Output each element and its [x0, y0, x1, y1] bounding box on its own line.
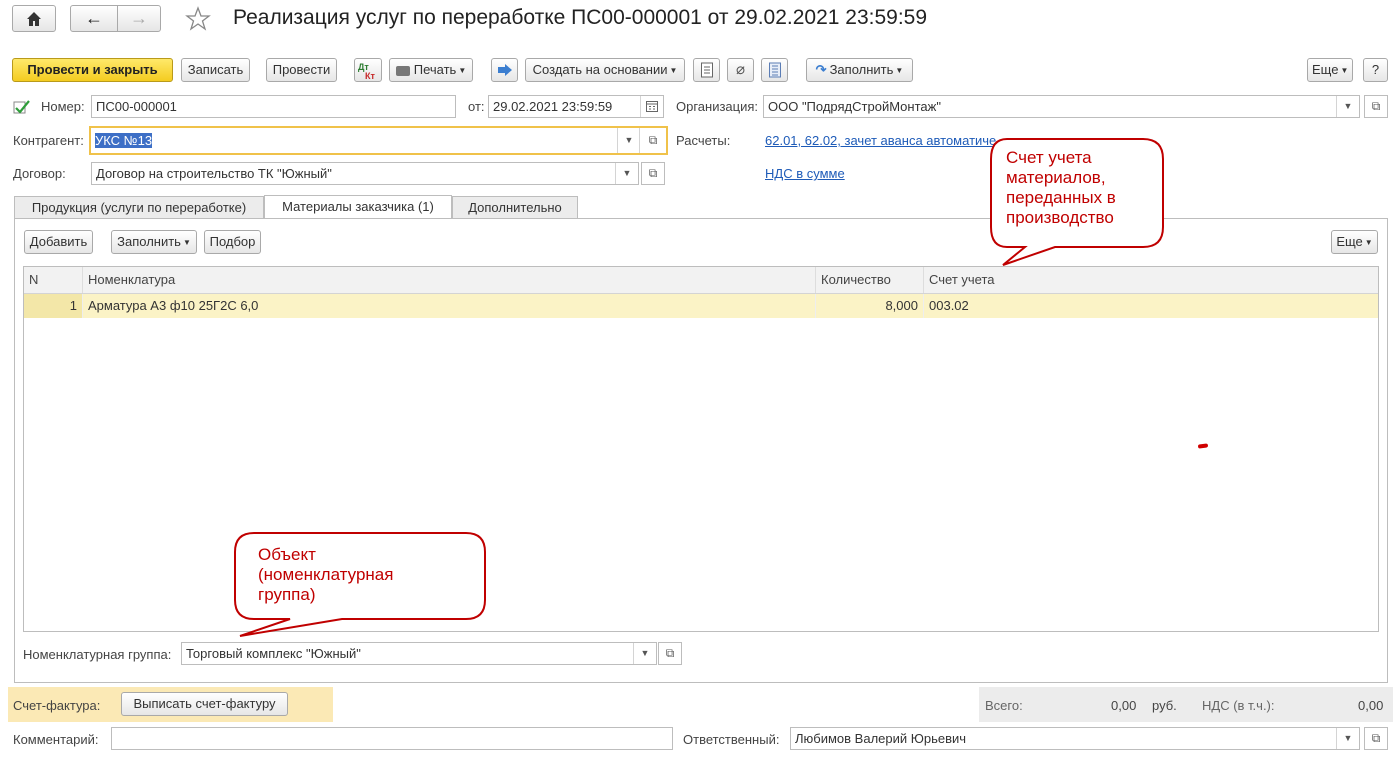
back-button[interactable]: ←: [70, 5, 118, 32]
issue-invoice-button[interactable]: Выписать счет-фактуру: [121, 692, 288, 716]
open-window-icon: ⧉: [665, 646, 675, 660]
chevron-down-icon[interactable]: ▼: [1336, 96, 1359, 117]
paperclip-icon: ⌀: [735, 61, 746, 78]
favorite-star-icon[interactable]: [184, 5, 212, 33]
responsible-field[interactable]: Любимов Валерий Юрьевич ▼: [790, 727, 1360, 750]
dt-kt-icon: Дт Кт: [358, 62, 375, 81]
row-account: 003.02: [929, 298, 969, 313]
pick-button[interactable]: Подбор: [204, 230, 261, 254]
print-button[interactable]: Печать ▼: [389, 58, 473, 82]
save-button[interactable]: Записать: [181, 58, 250, 82]
dt-kt-button[interactable]: Дт Кт: [354, 58, 382, 82]
arrow-right-blue-icon: [497, 64, 512, 76]
callout-object-text: Объект (номенклатурная группа): [258, 545, 394, 604]
arrow-right-icon: →: [130, 8, 148, 28]
vat-in-amount-link[interactable]: НДС в сумме: [765, 166, 845, 181]
counterparty-field[interactable]: УКС №13 ▼ ⧉: [89, 126, 668, 155]
chevron-down-icon[interactable]: ▼: [615, 163, 638, 184]
tab-customer-materials[interactable]: Материалы заказчика (1): [264, 195, 452, 219]
column-header-account[interactable]: Счет учета: [924, 267, 1378, 293]
vat-value: 0,00: [1358, 698, 1384, 713]
number-field[interactable]: ПС00-000001: [91, 95, 456, 118]
vat-label: НДС (в т.ч.):: [1202, 698, 1275, 713]
row-number: 1: [24, 294, 83, 318]
currency-label: руб.: [1152, 698, 1177, 713]
post-and-close-button[interactable]: Провести и закрыть: [12, 58, 173, 82]
table-row[interactable]: 1 Арматура А3 ф10 25Г2С 6,0 8,000 003.02: [24, 294, 1378, 318]
tab-products[interactable]: Продукция (услуги по переработке): [14, 196, 264, 219]
help-button[interactable]: ?: [1363, 58, 1388, 82]
contract-label: Договор:: [13, 166, 66, 181]
column-header-nomenclature[interactable]: Номенклатура: [83, 267, 816, 293]
open-contract-button[interactable]: ⧉: [641, 162, 665, 185]
open-responsible-button[interactable]: ⧉: [1364, 727, 1388, 750]
organization-field[interactable]: ООО "ПодрядСтройМонтаж" ▼: [763, 95, 1360, 118]
organization-label: Организация:: [676, 99, 759, 114]
date-field[interactable]: 29.02.2021 23:59:59: [488, 95, 664, 118]
total-value: 0,00: [1111, 698, 1137, 713]
counterparty-label: Контрагент:: [13, 133, 84, 148]
row-quantity: 8,000: [816, 294, 924, 318]
open-window-icon: ⧉: [1371, 99, 1381, 113]
invoice-label: Счет-фактура:: [13, 698, 101, 713]
forward-button[interactable]: →: [117, 5, 161, 32]
nomenclature-group-label: Номенклатурная группа:: [23, 647, 172, 662]
list-icon: [768, 62, 781, 78]
window-title: Реализация услуг по переработке ПС00-000…: [233, 6, 928, 29]
open-window-icon: ⧉: [648, 166, 658, 180]
responsible-label: Ответственный:: [683, 732, 780, 747]
more-button[interactable]: Еще ▼: [1307, 58, 1353, 82]
calendar-icon[interactable]: [640, 96, 663, 117]
open-nomenclature-group-button[interactable]: ⧉: [658, 642, 682, 665]
fill-arrow-icon: ↷: [815, 62, 827, 77]
add-row-button[interactable]: Добавить: [24, 230, 93, 254]
settlements-link[interactable]: 62.01, 62.02, зачет аванса автоматиче: [765, 133, 996, 148]
chevron-down-icon[interactable]: ▼: [633, 643, 656, 664]
nomenclature-group-field[interactable]: Торговый комплекс "Южный" ▼: [181, 642, 657, 665]
create-based-on-button[interactable]: Создать на основании ▼: [525, 58, 685, 82]
list-icon-button[interactable]: [761, 58, 788, 82]
open-window-icon: ⧉: [1371, 731, 1381, 745]
post-button[interactable]: Провести: [266, 58, 337, 82]
fill-button[interactable]: ↷ Заполнить ▼: [806, 58, 913, 82]
go-to-button[interactable]: [491, 58, 518, 82]
column-header-n[interactable]: N: [24, 267, 83, 293]
open-organization-button[interactable]: ⧉: [1364, 95, 1388, 118]
table-fill-button[interactable]: Заполнить ▼: [111, 230, 197, 254]
comment-label: Комментарий:: [13, 732, 99, 747]
date-label: от:: [468, 99, 485, 114]
contract-field[interactable]: Договор на строительство ТК "Южный" ▼: [91, 162, 639, 185]
row-nomenclature: Арматура А3 ф10 25Г2С 6,0: [83, 294, 816, 318]
total-label: Всего:: [985, 698, 1023, 713]
chevron-down-icon[interactable]: ▼: [1336, 728, 1359, 749]
tab-additional[interactable]: Дополнительно: [452, 196, 578, 219]
document-icon: [700, 62, 713, 78]
comment-field[interactable]: [111, 727, 673, 750]
open-window-icon[interactable]: ⧉: [639, 128, 666, 153]
posted-checkmark-icon: [13, 99, 31, 115]
table-more-button[interactable]: Еще ▼: [1331, 230, 1378, 254]
totals-panel: [979, 687, 1393, 722]
chevron-down-icon[interactable]: ▼: [617, 128, 640, 153]
home-button[interactable]: [12, 5, 56, 32]
settlements-label: Расчеты:: [676, 133, 731, 148]
printer-icon: [395, 65, 410, 76]
materials-table: N Номенклатура Количество Счет учета 1 А…: [23, 266, 1379, 632]
document-icon-button[interactable]: [693, 58, 720, 82]
home-icon: [27, 12, 41, 26]
table-header: N Номенклатура Количество Счет учета: [24, 267, 1378, 294]
arrow-left-icon: ←: [85, 8, 103, 28]
column-header-quantity[interactable]: Количество: [816, 267, 924, 293]
attach-button[interactable]: ⌀: [727, 58, 754, 82]
number-label: Номер:: [41, 99, 85, 114]
callout-account-text: Счет учета материалов, переданных в прои…: [1006, 148, 1116, 227]
